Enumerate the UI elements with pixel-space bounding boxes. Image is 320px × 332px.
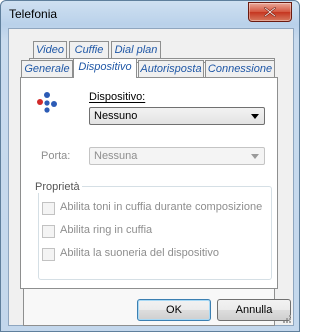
checkbox-box[interactable] [42, 248, 55, 261]
checkbox-label: Abilita la suoneria del dispositivo [60, 247, 219, 259]
window-title: Telefonia [9, 7, 58, 21]
cancel-button[interactable]: Annulla [217, 299, 291, 321]
port-select[interactable]: Nessuna [89, 147, 265, 165]
tab-connessione[interactable]: Connessione [205, 60, 275, 78]
tab-generale[interactable]: Generale [21, 60, 73, 78]
resize-grip-icon[interactable] [281, 313, 291, 323]
port-label: Porta: [41, 150, 71, 162]
chevron-down-icon [251, 154, 259, 159]
dialog-window: Telefonia Video Cuffie Dial plan General… [0, 0, 300, 332]
tab-autorisposta[interactable]: Autorisposta [138, 60, 204, 78]
tab-video[interactable]: Video [33, 41, 67, 59]
properties-group-title: Proprietà [33, 181, 82, 193]
device-label: Dispositivo: [89, 91, 146, 103]
checkbox-label: Abilita toni in cuffia durante composizi… [60, 201, 263, 213]
close-icon [264, 7, 276, 17]
device-select[interactable]: Nessuno [89, 107, 265, 125]
checkbox-label: Abilita ring in cuffia [60, 224, 153, 236]
checkbox-box[interactable] [42, 225, 55, 238]
tab-dial-plan[interactable]: Dial plan [111, 41, 161, 59]
dialog-client-area: Video Cuffie Dial plan Generale Disposit… [8, 28, 294, 326]
title-bar[interactable]: Telefonia [1, 1, 299, 27]
port-select-value: Nessuna [94, 150, 138, 162]
device-select-value: Nessuno [94, 110, 138, 122]
tab-cuffie[interactable]: Cuffie [69, 41, 109, 59]
tab-dispositivo[interactable]: Dispositivo [73, 58, 137, 78]
tab-panel-dispositivo: Dispositivo: Nessuno Porta: Nessuna Prop… [20, 77, 278, 289]
ok-button[interactable]: OK [137, 299, 211, 321]
chevron-down-icon [251, 114, 259, 119]
close-button[interactable] [248, 2, 292, 22]
device-icon [37, 92, 57, 113]
checkbox-box[interactable] [42, 202, 55, 215]
